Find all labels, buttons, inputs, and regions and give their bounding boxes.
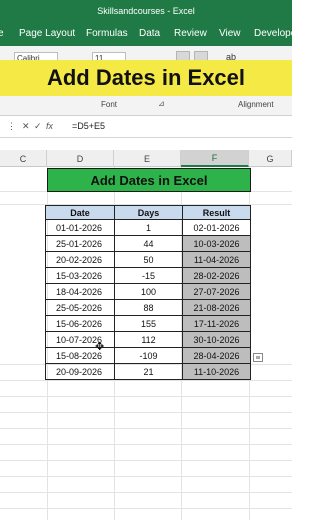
table-header-row: Date Days Result	[45, 205, 251, 220]
group-label-font: Font	[101, 100, 118, 109]
days-cell[interactable]: -15	[114, 267, 183, 284]
result-cell[interactable]: 28-02-2026	[182, 267, 251, 284]
result-cell[interactable]: 11-04-2026	[182, 251, 251, 268]
tab-developer[interactable]: Develope	[254, 28, 296, 39]
date-cell[interactable]: 01-01-2026	[45, 219, 115, 236]
header-result[interactable]: Result	[182, 205, 251, 220]
cancel-icon[interactable]: ✕	[22, 121, 30, 132]
table-row: 15-06-2026 155 17-11-2026	[45, 315, 251, 332]
ribbon-tabs: e Page Layout Formulas Data Review View …	[0, 22, 296, 46]
data-table: Date Days Result 01-01-2026 1 02-01-2026…	[45, 205, 251, 380]
days-cell[interactable]: 1	[114, 219, 183, 236]
days-cell[interactable]: 44	[114, 235, 183, 252]
sheet-title-cell[interactable]: Add Dates in Excel	[47, 168, 251, 192]
mouse-cursor-icon: ✥	[95, 341, 105, 353]
tab-home[interactable]: e	[0, 28, 4, 39]
days-cell[interactable]: 21	[114, 363, 183, 380]
grid-line	[0, 444, 292, 445]
days-cell[interactable]: 88	[114, 299, 183, 316]
date-cell[interactable]: 20-09-2026	[45, 363, 115, 380]
date-cell[interactable]: 25-05-2026	[45, 299, 115, 316]
window-title-bar: Skillsandcourses - Excel	[0, 0, 292, 22]
grid-line	[0, 460, 292, 461]
date-cell[interactable]: 15-06-2026	[45, 315, 115, 332]
days-cell[interactable]: 112	[114, 331, 183, 348]
font-dialog-launcher-icon[interactable]: ⊿	[158, 99, 165, 108]
result-cell[interactable]: 17-11-2026	[182, 315, 251, 332]
tab-review[interactable]: Review	[174, 28, 207, 39]
table-row: 25-01-2026 44 10-03-2026	[45, 235, 251, 252]
grid-line	[0, 492, 292, 493]
tab-data[interactable]: Data	[139, 28, 160, 39]
grid-line	[0, 428, 292, 429]
days-cell[interactable]: -109	[114, 347, 183, 364]
column-headers: C D E F G	[0, 150, 292, 167]
result-cell[interactable]: 30-10-2026	[182, 331, 251, 348]
table-row: 15-08-2026 -109 28-04-2026	[45, 347, 251, 364]
date-cell[interactable]: 18-04-2026	[45, 283, 115, 300]
column-header-d[interactable]: D	[47, 150, 114, 167]
header-days[interactable]: Days	[114, 205, 183, 220]
table-row: 18-04-2026 100 27-07-2026	[45, 283, 251, 300]
group-label-alignment: Alignment	[238, 100, 274, 109]
header-date[interactable]: Date	[45, 205, 115, 220]
video-banner: Add Dates in Excel	[0, 60, 292, 96]
grid-line	[0, 396, 292, 397]
date-cell[interactable]: 20-02-2026	[45, 251, 115, 268]
result-cell[interactable]: 21-08-2026	[182, 299, 251, 316]
tab-view[interactable]: View	[219, 28, 241, 39]
result-cell[interactable]: 11-10-2026	[182, 363, 251, 380]
days-cell[interactable]: 155	[114, 315, 183, 332]
table-row: 01-01-2026 1 02-01-2026	[45, 219, 251, 236]
table-row: 20-09-2026 21 11-10-2026	[45, 363, 251, 380]
column-header-e[interactable]: E	[114, 150, 181, 167]
days-cell[interactable]: 100	[114, 283, 183, 300]
tab-formulas[interactable]: Formulas	[86, 28, 128, 39]
table-row: 20-02-2026 50 11-04-2026	[45, 251, 251, 268]
grid-line	[0, 476, 292, 477]
date-cell[interactable]: 15-03-2026	[45, 267, 115, 284]
column-header-c[interactable]: C	[0, 150, 47, 167]
date-cell[interactable]: 25-01-2026	[45, 235, 115, 252]
table-row: 25-05-2026 88 21-08-2026	[45, 299, 251, 316]
tab-page-layout[interactable]: Page Layout	[19, 28, 75, 39]
result-cell[interactable]: 27-07-2026	[182, 283, 251, 300]
column-header-f[interactable]: F	[181, 150, 249, 167]
result-cell[interactable]: 02-01-2026	[182, 219, 251, 236]
grid-line	[0, 380, 292, 381]
grid-line	[0, 412, 292, 413]
result-cell[interactable]: 10-03-2026	[182, 235, 251, 252]
formula-input[interactable]: =D5+E5	[72, 121, 105, 131]
result-cell[interactable]: 28-04-2026	[182, 347, 251, 364]
days-cell[interactable]: 50	[114, 251, 183, 268]
formula-bar: ⋮ ✕ ✓ fx =D5+E5	[0, 116, 292, 138]
table-row: 10-07-2026 112 30-10-2026	[45, 331, 251, 348]
table-row: 15-03-2026 -15 28-02-2026	[45, 267, 251, 284]
name-box-dropdown-icon[interactable]: ⋮	[7, 121, 16, 132]
confirm-icon[interactable]: ✓	[34, 121, 42, 132]
grid-line	[0, 508, 292, 509]
window-title: Skillsandcourses - Excel	[97, 6, 195, 16]
quick-analysis-icon[interactable]	[253, 353, 263, 362]
column-header-g[interactable]: G	[249, 150, 292, 167]
function-icon[interactable]: fx	[46, 121, 53, 131]
